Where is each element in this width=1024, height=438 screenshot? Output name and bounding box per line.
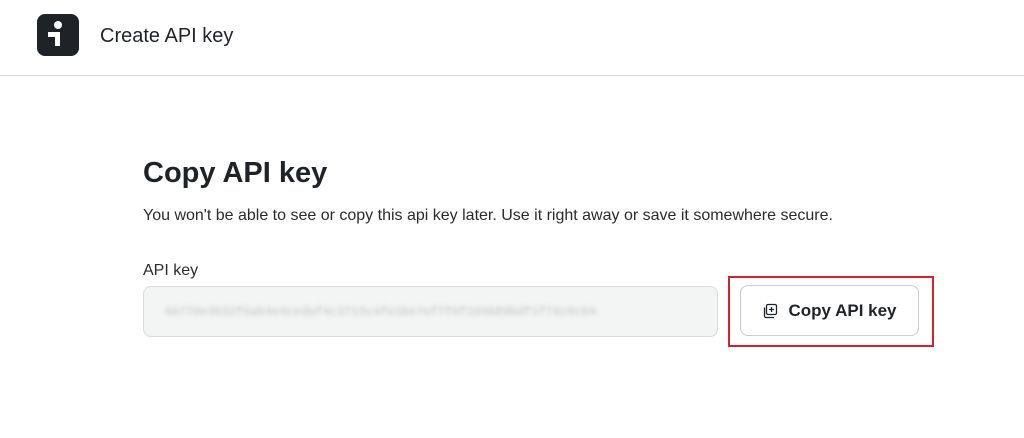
- copy-icon: [762, 303, 778, 319]
- api-key-field[interactable]: 4A77de3b32f5ab4e4cedaf4c3713c4fe1be7ef7f…: [143, 286, 718, 337]
- api-key-value: 4A77de3b32f5ab4e4cedaf4c3713c4fe1be7ef7f…: [164, 304, 597, 319]
- page-title: Copy API key: [143, 157, 328, 189]
- page-header-title: Create API key: [100, 25, 234, 47]
- warning-description: You won't be able to see or copy this ap…: [143, 207, 833, 224]
- top-bar: Create API key: [0, 0, 1024, 76]
- copy-button-label: Copy API key: [788, 300, 897, 320]
- api-key-label: API key: [143, 262, 199, 279]
- copy-api-key-button[interactable]: Copy API key: [740, 285, 919, 336]
- brand-logo-icon[interactable]: [37, 14, 79, 56]
